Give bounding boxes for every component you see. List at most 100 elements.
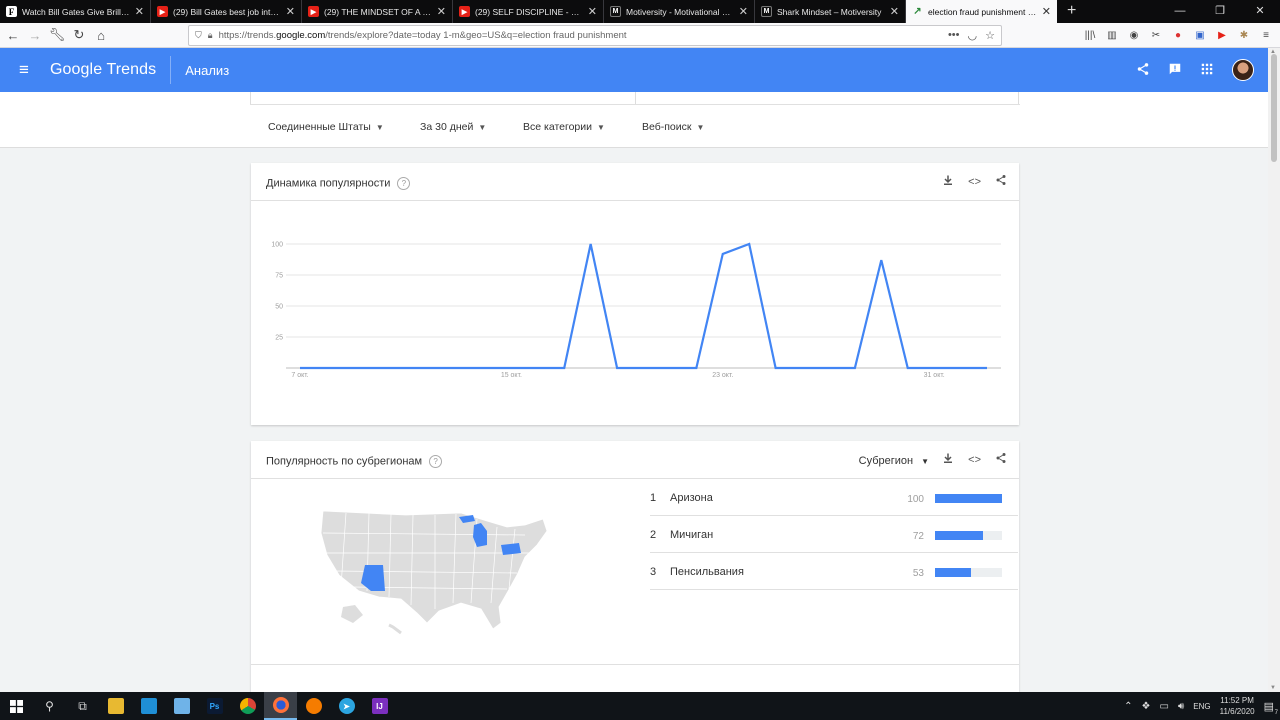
extension-red-icon[interactable]: ●	[1170, 30, 1186, 41]
share-icon[interactable]	[995, 452, 1007, 467]
youtube-icon: ▶	[157, 6, 168, 17]
language-indicator[interactable]: ENG	[1193, 702, 1210, 711]
sidebar-icon[interactable]: ▥	[1104, 30, 1120, 41]
search-icon[interactable]: ⚲	[33, 692, 66, 720]
windows-start-icon[interactable]	[0, 692, 33, 720]
download-icon[interactable]	[942, 452, 954, 467]
browser-tab[interactable]: ▶ (29) THE MINDSET OF A WINNI ✕	[302, 0, 453, 23]
extension-flag-icon[interactable]: ▣	[1192, 30, 1208, 41]
tab-title: Watch Bill Gates Give Brilliant	[22, 6, 130, 17]
library-icon[interactable]: |||\	[1082, 30, 1098, 41]
hamburger-menu-icon[interactable]: ≡	[0, 60, 48, 80]
ide-icon[interactable]: IJ	[363, 692, 396, 720]
y-tick-label: 100	[271, 242, 283, 249]
bookmark-star-icon[interactable]: ☆	[985, 29, 995, 42]
card-title-text: Популярность по субрегионам	[266, 455, 423, 468]
filter-time[interactable]: За 30 дней ▼	[420, 121, 486, 133]
subregion-selector[interactable]: Субрегион ▼	[859, 455, 929, 467]
account-icon[interactable]: ◉	[1126, 30, 1142, 41]
browser-tab[interactable]: M Shark Mindset – Motiversity ✕	[755, 0, 906, 23]
minimize-button[interactable]: —	[1160, 0, 1200, 23]
url-actions: ••• ◡ ☆	[948, 29, 995, 42]
share-icon[interactable]	[995, 174, 1007, 189]
list-item[interactable]: 3 Пенсильвания 53	[650, 553, 1018, 590]
list-item[interactable]: 1 Аризона 100	[650, 479, 1018, 516]
close-tab-icon[interactable]: ✕	[437, 5, 446, 18]
close-tab-icon[interactable]: ✕	[890, 5, 899, 18]
browser-tab[interactable]: M Motiversity - Motivational Vide ✕	[604, 0, 755, 23]
tools-wrench-icon[interactable]: 🔧︎	[46, 24, 68, 46]
home-button[interactable]: ⌂	[90, 24, 112, 46]
menu-icon[interactable]: ≡	[1258, 30, 1274, 41]
divider	[250, 104, 1020, 105]
browser-tab[interactable]: ▶ (29) Bill Gates best job intervie ✕	[151, 0, 302, 23]
telegram-icon[interactable]: ➤	[330, 692, 363, 720]
volume-icon[interactable]: 🔊︎	[1178, 701, 1184, 712]
filter-category[interactable]: Все категории ▼	[523, 121, 605, 133]
close-tab-icon[interactable]: ✕	[286, 5, 295, 18]
new-tab-button[interactable]: +	[1057, 0, 1086, 23]
scroll-down-icon[interactable]: ▼	[1270, 685, 1276, 691]
youtube-icon: ▶	[459, 6, 470, 17]
pen-app-icon[interactable]	[165, 692, 198, 720]
search-app-icon[interactable]	[297, 692, 330, 720]
download-icon[interactable]	[942, 174, 954, 189]
forward-button[interactable]: →	[24, 24, 46, 46]
maximize-button[interactable]: ❐	[1200, 0, 1240, 23]
rank-number: 1	[650, 492, 657, 504]
url-bar[interactable]: ⛉ 🔒︎ https://trends.google.com/trends/ex…	[188, 25, 1002, 46]
browser-tab[interactable]: F Watch Bill Gates Give Brilliant ✕	[0, 0, 151, 23]
embed-icon[interactable]: <>	[968, 454, 981, 466]
scroll-thumb[interactable]	[1271, 54, 1277, 162]
close-tab-icon[interactable]: ✕	[1042, 5, 1051, 18]
state-pennsylvania[interactable]	[501, 543, 521, 555]
list-item[interactable]: 2 Мичиган 72	[650, 516, 1018, 553]
tray-expand-icon[interactable]: ⌃	[1124, 701, 1132, 712]
file-explorer-icon[interactable]	[99, 692, 132, 720]
close-tab-icon[interactable]: ✕	[739, 5, 748, 18]
page-scrollbar[interactable]: ▲ ▼	[1268, 48, 1280, 692]
filter-region[interactable]: Соединенные Штаты ▼	[268, 121, 384, 133]
extension-youtube-icon[interactable]: ▶	[1214, 30, 1230, 41]
firefox-icon[interactable]	[264, 692, 297, 720]
feedback-icon[interactable]	[1168, 62, 1182, 79]
close-tab-icon[interactable]: ✕	[135, 5, 144, 18]
f-icon: F	[6, 6, 17, 17]
clock[interactable]: 11:52 PM 11/6/2020	[1220, 695, 1255, 717]
value-bar-fill	[935, 568, 971, 577]
screenshot-icon[interactable]: ✂	[1148, 30, 1164, 41]
extension-puzzle-icon[interactable]: ✱	[1236, 30, 1252, 41]
pocket-icon[interactable]: ◡	[968, 29, 978, 42]
share-icon[interactable]	[1136, 62, 1150, 79]
reload-button[interactable]: ↻	[68, 24, 90, 46]
close-window-button[interactable]: ✕	[1240, 0, 1280, 23]
state-hawaii	[388, 623, 402, 635]
dropbox-icon[interactable]: ❖	[1142, 701, 1151, 712]
browser-tab[interactable]: ▶ (29) SELF DISCIPLINE - Best Mo ✕	[453, 0, 604, 23]
avatar[interactable]	[1232, 59, 1254, 81]
os-taskbar: ⚲ ⧉ Ps ➤ IJ ⌃ ❖ ▭ 🔊︎ ENG 11:52 PM 11/6/20…	[0, 692, 1280, 720]
notifications-icon[interactable]: ▤ 7	[1264, 700, 1278, 716]
value-bar-fill	[935, 531, 984, 540]
google-trends-logo[interactable]: Google Trends	[48, 61, 156, 79]
network-icon[interactable]: ▭	[1159, 701, 1168, 712]
region-name: Мичиган	[670, 529, 714, 541]
close-tab-icon[interactable]: ✕	[588, 5, 597, 18]
us-map[interactable]	[311, 499, 551, 649]
photoshop-icon[interactable]: Ps	[198, 692, 231, 720]
task-view-icon[interactable]: ⧉	[66, 692, 99, 720]
apps-grid-icon[interactable]	[1200, 62, 1214, 79]
x-tick-label: 23 окт.	[712, 372, 733, 379]
browser-tab[interactable]: ↗ election fraud punishment - Ан ✕	[906, 0, 1057, 23]
filter-search-type[interactable]: Веб-поиск ▼	[642, 121, 704, 133]
embed-icon[interactable]: <>	[968, 176, 981, 188]
help-icon[interactable]: ?	[397, 177, 411, 190]
subregion-card: Популярность по субрегионам? Субрегион ▼ …	[251, 441, 1019, 692]
card-actions: <>	[942, 174, 1007, 189]
back-button[interactable]: ←	[2, 24, 24, 46]
help-icon[interactable]: ?	[429, 455, 443, 468]
chrome-icon[interactable]	[231, 692, 264, 720]
monitor-app-icon[interactable]	[132, 692, 165, 720]
page-actions-icon[interactable]: •••	[948, 29, 960, 42]
caret-down-icon: ▼	[478, 123, 487, 132]
